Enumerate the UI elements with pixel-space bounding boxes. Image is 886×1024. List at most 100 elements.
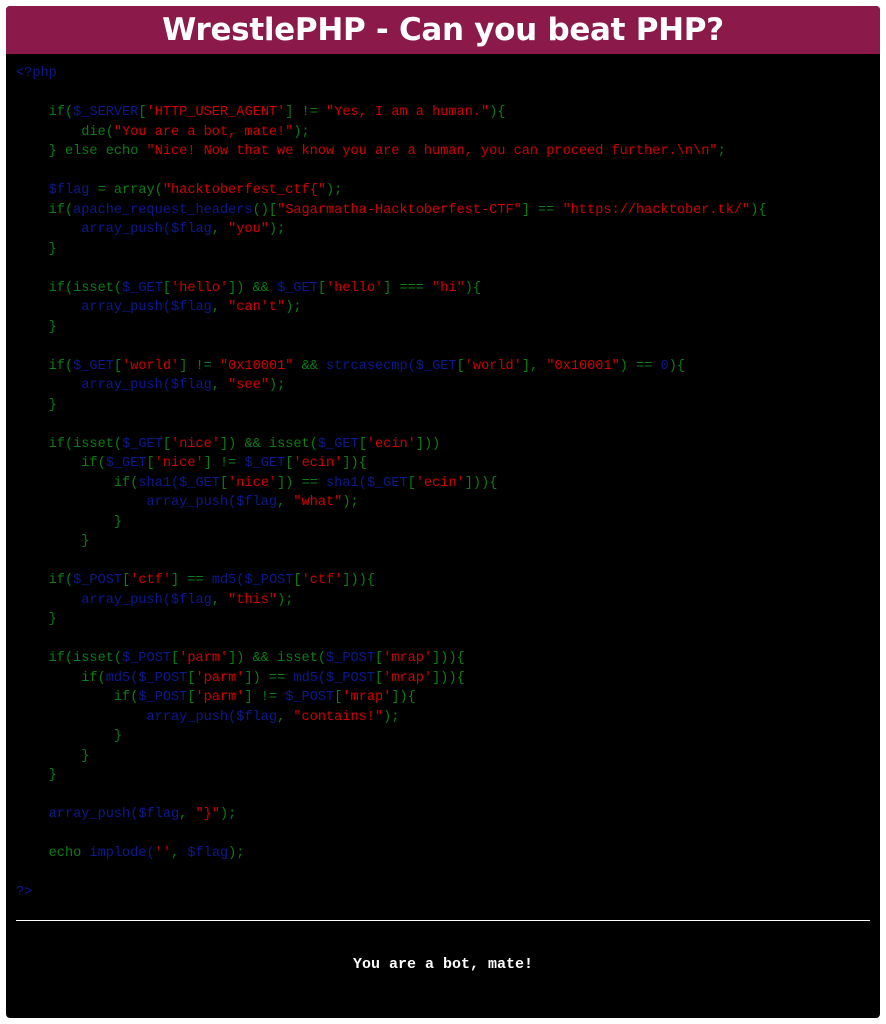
- code-token: $_POST: [285, 690, 335, 705]
- code-token: = array(: [89, 183, 163, 198]
- code-token: "Nice! Now that we know you are a human,…: [146, 144, 718, 159]
- page-title: WrestlePHP - Can you beat PHP?: [162, 12, 724, 48]
- code-token: ] !=: [244, 690, 286, 705]
- code-token: if(: [16, 690, 139, 705]
- code-token: 'nice': [154, 456, 204, 471]
- code-token: ]) && isset(: [228, 651, 327, 666]
- code-token: $_GET: [366, 475, 408, 491]
- code-token: );: [342, 495, 359, 510]
- code-token: }: [16, 241, 57, 257]
- code-token: array_push(: [16, 592, 171, 608]
- code-token: 'parm': [195, 690, 245, 705]
- code-line: if($_GET['world'] != "0x10001" && strcas…: [16, 357, 880, 377]
- code-token: 'ecin': [293, 456, 343, 471]
- code-token: 'world': [464, 358, 522, 374]
- code-token: ,: [211, 222, 229, 237]
- code-token: $_GET: [317, 436, 359, 452]
- code-token: $flag: [171, 378, 212, 393]
- code-line: if(isset($_GET['nice']) && isset($_GET['…: [16, 435, 880, 455]
- code-line: if($_POST['parm'] != $_POST['mrap']){: [16, 688, 880, 708]
- code-line: if($_POST['ctf'] == md5($_POST['ctf'])){: [16, 571, 880, 591]
- code-token: ,: [179, 807, 196, 822]
- code-token: "0x10001": [219, 358, 294, 374]
- code-token: 'ecin': [366, 436, 416, 452]
- code-token: ])){: [432, 651, 465, 666]
- code-line: if(apache_request_headers()["Sagarmatha-…: [16, 201, 880, 221]
- code-token: $_POST: [326, 651, 375, 666]
- code-token: ,: [171, 846, 188, 861]
- code-token: ;: [717, 144, 726, 159]
- code-token: 'world': [122, 358, 180, 374]
- code-token: [: [293, 573, 302, 588]
- code-token: ])){: [342, 573, 376, 588]
- code-token: );: [285, 300, 302, 315]
- code-token: ?>: [16, 885, 33, 900]
- code-token: ] !=: [285, 105, 327, 120]
- code-token: ){: [668, 358, 686, 374]
- code-token: if(: [16, 202, 74, 218]
- code-token: $_SERVER: [73, 105, 139, 120]
- code-token: ] !=: [203, 456, 245, 471]
- code-token: $_GET: [179, 475, 220, 491]
- code-token: }: [16, 612, 57, 627]
- php-source-code: <?php if($_SERVER['HTTP_USER_AGENT'] != …: [6, 54, 880, 903]
- code-token: array_push(: [16, 807, 139, 822]
- code-token: );: [219, 807, 237, 822]
- code-token: [: [317, 280, 327, 296]
- code-line: }: [16, 240, 880, 260]
- code-token: if(: [16, 670, 106, 686]
- code-line: if(md5($_POST['parm']) == md5($_POST['mr…: [16, 669, 880, 689]
- code-token: [: [122, 573, 131, 588]
- code-token: ) ==: [619, 358, 661, 374]
- code-token: $_GET: [73, 358, 114, 374]
- code-token: ,: [211, 300, 229, 315]
- code-token: "you": [228, 222, 269, 237]
- code-token: 'hello': [326, 280, 384, 296]
- code-token: ,: [211, 378, 229, 393]
- code-token: [: [162, 280, 172, 296]
- code-token: [: [187, 690, 196, 705]
- code-token: ] ==: [171, 573, 212, 588]
- code-token: if(isset(: [16, 280, 123, 296]
- code-token: );: [293, 124, 310, 140]
- code-token: 'parm': [179, 651, 229, 666]
- code-token: sha1(: [326, 475, 367, 491]
- code-line: }: [16, 513, 880, 533]
- code-token: sha1(: [138, 475, 180, 491]
- code-token: $_GET: [122, 436, 163, 452]
- code-token: $flag: [236, 709, 278, 725]
- code-token: ,: [277, 495, 294, 510]
- code-token: "this": [228, 592, 278, 608]
- code-token: [: [375, 651, 384, 666]
- code-token: ])){: [464, 475, 498, 491]
- code-line: }: [16, 766, 880, 786]
- code-token: if(: [16, 456, 106, 471]
- code-token: ])): [415, 436, 441, 452]
- code-token: md5(: [211, 573, 245, 588]
- code-token: if(: [16, 358, 74, 374]
- code-line: array_push($flag, "what");: [16, 493, 880, 513]
- code-token: ]) && isset(: [219, 436, 318, 452]
- code-token: ){: [489, 105, 506, 120]
- code-token: die(: [16, 124, 114, 140]
- code-token: }: [16, 729, 123, 744]
- code-token: strcasecmp(: [326, 358, 416, 374]
- title-bar: WrestlePHP - Can you beat PHP?: [6, 6, 880, 54]
- code-token: }: [16, 768, 57, 783]
- code-token: 'mrap': [383, 651, 433, 666]
- code-token: array_push(: [16, 222, 171, 237]
- code-token: if(: [16, 475, 139, 491]
- code-token: array_push(: [16, 495, 237, 510]
- code-token: apache_request_headers: [73, 202, 253, 218]
- code-token: "see": [228, 378, 269, 393]
- code-token: if(isset(: [16, 651, 123, 666]
- code-token: ,: [277, 709, 294, 725]
- code-token: if(isset(: [16, 436, 123, 452]
- code-line: array_push($flag, "contains!");: [16, 708, 880, 728]
- code-token: [: [375, 670, 384, 686]
